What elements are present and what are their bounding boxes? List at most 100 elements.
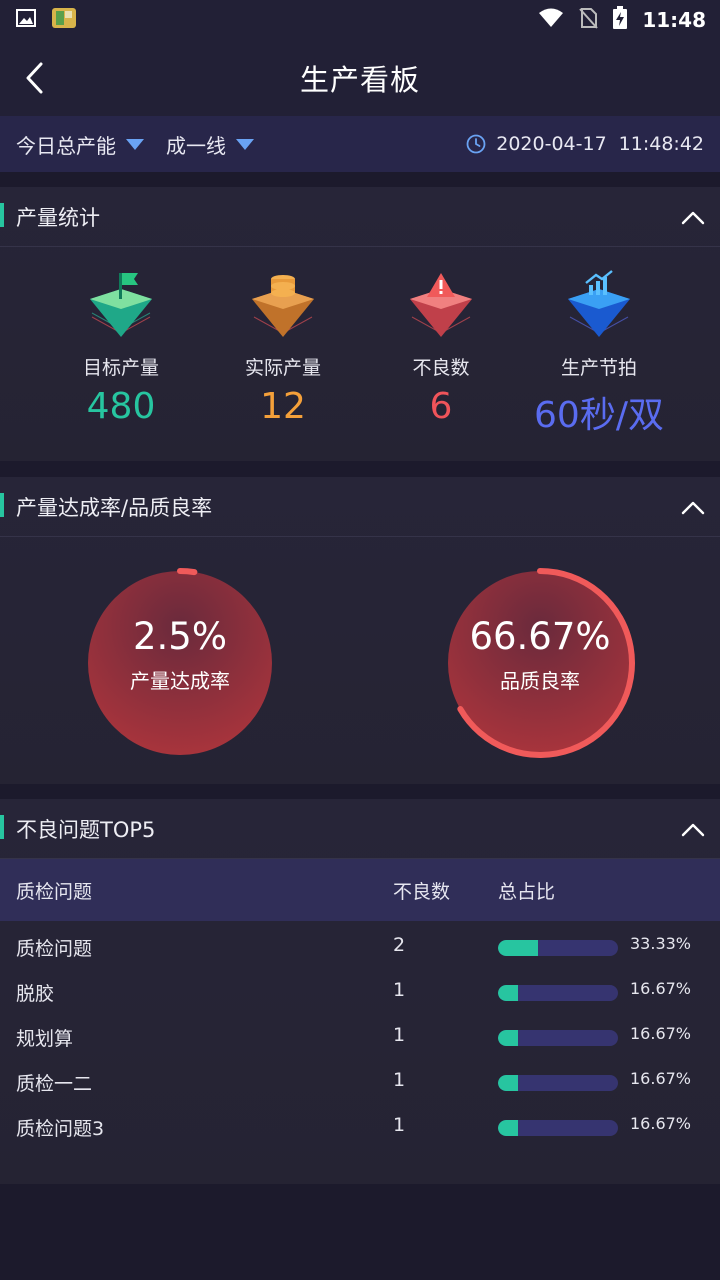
card-title: 产量达成率/品质良率 (16, 495, 213, 520)
defect-top5-card: 不良问题TOP5 质检问题 不良数 总占比 质检问题 2 33.33% 脱胶 1… (0, 799, 720, 1184)
wifi-icon (538, 8, 564, 32)
share-percent: 16.67% (630, 1069, 692, 1088)
table-row: 质检问题 2 33.33% (0, 924, 720, 969)
line-dropdown-label: 成一线 (166, 133, 226, 158)
battery-charging-icon (612, 6, 628, 34)
caret-down-icon (236, 138, 254, 150)
column-header: 质检问题 (16, 880, 93, 903)
rates-card: 产量达成率/品质良率 2.5% 产量达成率 66.67% 品质良率 (0, 477, 720, 784)
share-percent: 16.67% (630, 979, 692, 998)
share-progress-bar (498, 1120, 618, 1136)
gauge-value: 2.5% (133, 615, 227, 658)
gauges-row: 2.5% 产量达成率 66.67% 品质良率 (0, 537, 720, 783)
stat-actual: 实际产量 12 (198, 247, 368, 427)
table-row: 脱胶 1 16.67% (0, 969, 720, 1014)
defect-name: 脱胶 (16, 983, 55, 1005)
share-progress-fill (498, 985, 518, 1001)
column-header: 总占比 (498, 880, 556, 903)
card-title: 不良问题TOP5 (16, 817, 156, 842)
gauge-arc (177, 568, 198, 576)
stat-value: 6 (429, 386, 453, 427)
no-sim-icon (578, 7, 599, 33)
gauge-label: 产量达成率 (130, 669, 230, 693)
table-row: 质检问题3 1 16.67% (0, 1104, 720, 1149)
collapse-button[interactable] (680, 205, 706, 231)
share-progress-bar (498, 1075, 618, 1091)
card-header: 产量达成率/品质良率 (0, 477, 720, 537)
stat-target: 目标产量 480 (36, 247, 206, 427)
accent-bar (0, 493, 4, 517)
capacity-dropdown[interactable]: 今日总产能 (16, 130, 144, 159)
date-text: 2020-04-17 (496, 133, 607, 155)
share-progress-fill (498, 1075, 518, 1091)
gauge-label: 品质良率 (500, 669, 580, 693)
coins-icon (248, 269, 318, 343)
chevron-left-icon (26, 62, 43, 94)
share-percent: 16.67% (630, 1024, 692, 1043)
defect-name: 质检一二 (16, 1073, 93, 1095)
chevron-up-icon (681, 501, 705, 515)
app-header: 生产看板 (0, 40, 720, 116)
stat-value: 480 (86, 386, 156, 427)
image-icon (16, 9, 36, 31)
defect-count: 1 (393, 1069, 406, 1091)
card-header: 不良问题TOP5 (0, 799, 720, 859)
stat-label: 实际产量 (244, 357, 321, 379)
stat-label: 生产节拍 (560, 357, 637, 379)
share-progress-bar (498, 985, 618, 1001)
trend-chart-icon (564, 269, 634, 343)
production-stats-card: 产量统计 目标产量 480 实际产量 12 不良数 6 生产节拍 60秒/双 (0, 187, 720, 461)
table-header: 质检问题 不良数 总占比 (0, 859, 720, 921)
table-body: 质检问题 2 33.33% 脱胶 1 16.67% 规划算 1 16.67% 质… (0, 921, 720, 1149)
capacity-dropdown-label: 今日总产能 (16, 133, 116, 158)
stat-label: 不良数 (412, 357, 470, 379)
share-percent: 16.67% (630, 1114, 692, 1133)
quality-gauge: 66.67% 品质良率 (442, 565, 638, 761)
collapse-button[interactable] (680, 495, 706, 521)
status-bar: 11:48 (0, 0, 720, 40)
app-icon (50, 5, 78, 35)
table-row: 规划算 1 16.67% (0, 1014, 720, 1059)
defect-count: 1 (393, 979, 406, 1001)
stat-takt: 生产节拍 60秒/双 (514, 247, 684, 438)
stat-defects: 不良数 6 (356, 247, 526, 427)
share-progress-fill (498, 1030, 518, 1046)
achievement-gauge: 2.5% 产量达成率 (82, 565, 278, 761)
defect-name: 质检问题3 (16, 1118, 105, 1140)
stat-value: 60秒/双 (534, 395, 664, 436)
caret-down-icon (126, 138, 144, 150)
accent-bar (0, 203, 4, 227)
line-dropdown[interactable]: 成一线 (166, 130, 254, 159)
gauge-disc (88, 571, 272, 755)
share-progress-fill (498, 940, 538, 956)
time-text: 11:48:42 (618, 133, 704, 155)
back-button[interactable] (14, 56, 54, 100)
gauge-value: 66.67% (469, 615, 611, 658)
share-progress-fill (498, 1120, 518, 1136)
clock-icon (466, 134, 486, 154)
defect-count: 1 (393, 1024, 406, 1046)
defect-name: 质检问题 (16, 938, 93, 960)
flag-icon (86, 269, 156, 343)
table-row: 质检一二 1 16.67% (0, 1059, 720, 1104)
filter-bar: 今日总产能 成一线 2020-04-17 11:48:42 (0, 116, 720, 172)
status-time: 11:48 (642, 8, 706, 32)
stat-value: 12 (260, 386, 306, 427)
stat-label: 目标产量 (82, 357, 159, 379)
share-progress-bar (498, 940, 618, 956)
defect-name: 规划算 (16, 1028, 74, 1050)
defect-count: 2 (393, 934, 406, 956)
defect-count: 1 (393, 1114, 406, 1136)
datetime-display: 2020-04-17 11:48:42 (466, 133, 704, 155)
stats-row: 目标产量 480 实际产量 12 不良数 6 生产节拍 60秒/双 (0, 247, 720, 461)
column-header: 不良数 (393, 880, 451, 903)
chevron-up-icon (681, 823, 705, 837)
share-percent: 33.33% (630, 934, 692, 953)
card-header: 产量统计 (0, 187, 720, 247)
share-progress-bar (498, 1030, 618, 1046)
card-title: 产量统计 (16, 205, 100, 230)
chevron-up-icon (681, 211, 705, 225)
collapse-button[interactable] (680, 817, 706, 843)
warning-icon (406, 269, 476, 343)
page-title: 生产看板 (299, 63, 420, 97)
